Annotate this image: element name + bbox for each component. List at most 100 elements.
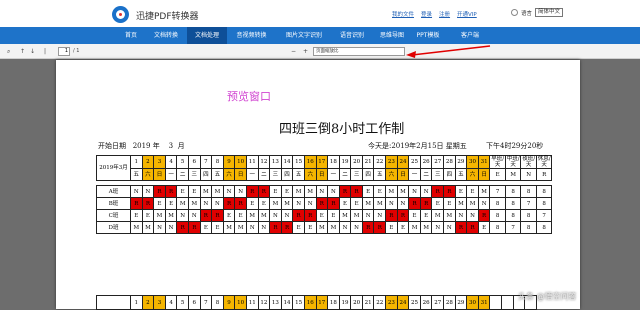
- day-cell: 8: [211, 155, 224, 169]
- shift-cell: M: [199, 185, 213, 198]
- day-cell: 24: [396, 295, 410, 310]
- summary-value: 8: [489, 221, 506, 234]
- shift-cell: E: [327, 209, 340, 222]
- summary-value: 8: [489, 209, 506, 222]
- shift-cell: E: [222, 209, 236, 222]
- shift-cell: R: [245, 185, 259, 198]
- shift-cell: N: [280, 209, 294, 222]
- shift-cell: E: [303, 221, 317, 234]
- shift-cell: R: [211, 209, 224, 222]
- weekday-cell: 三: [350, 168, 363, 181]
- team-label: C班: [96, 209, 131, 222]
- shift-cell: N: [361, 209, 375, 222]
- weekday-cell: 三: [187, 168, 201, 181]
- document-title: 四班三倒8小时工作制: [279, 122, 405, 137]
- shift-cell: M: [303, 185, 317, 198]
- day-cell: 31: [477, 155, 491, 169]
- shift-cell: M: [373, 197, 387, 210]
- summary-value: 7: [504, 221, 522, 234]
- summary-value: 8: [489, 197, 506, 210]
- shift-cell: E: [443, 197, 456, 210]
- shift-cell: M: [350, 209, 363, 222]
- weekday-cell: 日: [234, 168, 247, 181]
- shift-cell: N: [431, 221, 445, 234]
- day-cell: 10: [234, 155, 247, 169]
- shift-cell: M: [187, 197, 201, 210]
- shift-cell: R: [153, 185, 166, 198]
- summary-value: 8: [504, 197, 522, 210]
- day-cell: 26: [419, 295, 433, 310]
- day-cell: 18: [327, 295, 340, 310]
- shift-cell: R: [361, 221, 375, 234]
- weekday-cell: 二: [338, 168, 352, 181]
- shift-cell: E: [280, 185, 294, 198]
- shift-cell: N: [373, 209, 387, 222]
- shift-cell: N: [130, 185, 143, 198]
- shift-cell: E: [164, 197, 178, 210]
- shift-cell: R: [222, 197, 236, 210]
- day-cell: 16: [303, 295, 317, 310]
- shift-cell: R: [303, 209, 317, 222]
- shift-cell: E: [292, 221, 305, 234]
- shift-cell: M: [141, 221, 155, 234]
- shift-cell: M: [245, 209, 259, 222]
- day-cell: 23: [385, 155, 398, 169]
- team-label: B班: [96, 197, 131, 210]
- weekday-cell: 一: [327, 168, 340, 181]
- shift-cell: N: [269, 209, 282, 222]
- shift-cell: N: [199, 197, 213, 210]
- weekday-cell: 六: [222, 168, 236, 181]
- shift-cell: N: [176, 209, 189, 222]
- weekday-cell: 二: [419, 168, 433, 181]
- shift-cell: M: [361, 197, 375, 210]
- day-cell: 14: [280, 295, 294, 310]
- shift-cell: R: [396, 209, 410, 222]
- weekday-cell: 一: [408, 168, 421, 181]
- team-label: D班: [96, 221, 131, 234]
- summary-value: 8: [535, 185, 553, 198]
- shift-cell: N: [141, 185, 155, 198]
- day-cell: 3: [153, 155, 166, 169]
- shift-cell: R: [408, 197, 421, 210]
- shift-cell: R: [350, 185, 363, 198]
- shift-cell: N: [477, 197, 491, 210]
- day-cell: 10: [234, 295, 247, 310]
- day-cell: 22: [373, 155, 387, 169]
- day-cell: 30: [466, 155, 479, 169]
- shift-cell: M: [280, 197, 294, 210]
- shift-cell: R: [199, 209, 213, 222]
- shift-cell: E: [350, 197, 363, 210]
- shift-cell: N: [327, 185, 340, 198]
- shift-cell: E: [141, 209, 155, 222]
- shift-cell: N: [454, 209, 468, 222]
- shift-cell: R: [257, 185, 271, 198]
- day-cell: 7: [199, 295, 213, 310]
- day-cell: 2: [141, 295, 155, 310]
- shift-cell: M: [164, 209, 178, 222]
- day-cell: 22: [373, 295, 387, 310]
- shift-cell: R: [454, 221, 468, 234]
- weekday-cell: 六: [303, 168, 317, 181]
- shift-cell: M: [327, 221, 340, 234]
- shift-cell: N: [222, 185, 236, 198]
- shift-cell: M: [408, 221, 421, 234]
- day-cell: 13: [269, 295, 282, 310]
- summary-header: 早班/天: [489, 155, 506, 169]
- shift-cell: R: [234, 197, 247, 210]
- summary-value: 8: [520, 209, 537, 222]
- shift-cell: N: [292, 197, 305, 210]
- shift-cell: M: [211, 185, 224, 198]
- day-cell: 30: [466, 295, 479, 310]
- shift-cell: N: [315, 185, 329, 198]
- summary-value: 7: [520, 197, 537, 210]
- day-cell: 12: [257, 295, 271, 310]
- day-cell: 15: [292, 295, 305, 310]
- shift-cell: E: [199, 221, 213, 234]
- day-cell: 19: [338, 295, 352, 310]
- shift-cell: E: [477, 221, 491, 234]
- shift-cell: N: [419, 185, 433, 198]
- shift-cell: E: [408, 209, 421, 222]
- summary-code: M: [504, 168, 522, 181]
- shift-cell: R: [141, 197, 155, 210]
- shift-cell: M: [419, 221, 433, 234]
